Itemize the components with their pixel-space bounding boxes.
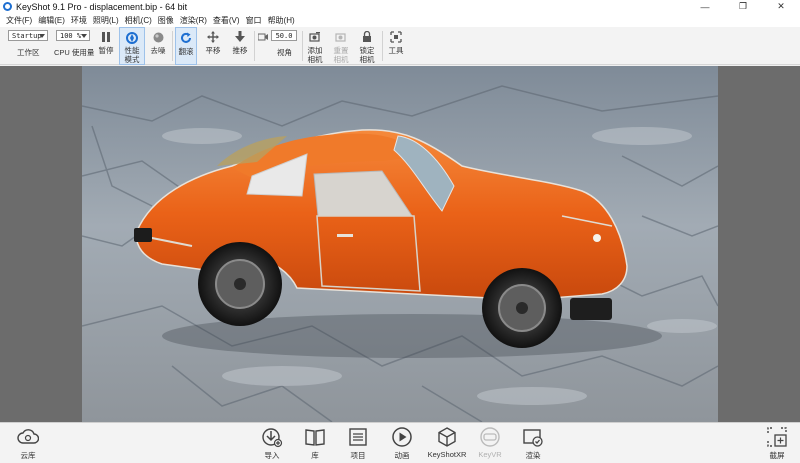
animation-label: 动画 <box>394 451 410 460</box>
cpu-usage-value: 100 % <box>60 31 82 40</box>
keyshot-window: KeyShot 9.1 Pro - displacement.bip - 64 … <box>0 0 800 463</box>
denoise-label: 去噪 <box>150 46 166 55</box>
add-camera-label: 添加 相机 <box>307 46 323 64</box>
dolly-label: 推移 <box>232 46 248 55</box>
screenshot-button[interactable]: 截屏 <box>761 426 793 462</box>
render-icon <box>522 426 544 448</box>
tools-icon <box>389 30 403 44</box>
ribbon-toolbar: Startup 工作区 100 % CPU 使用量 暂停 性能 模式 去噪 翻滚… <box>0 27 800 65</box>
library-button[interactable]: 库 <box>299 426 331 462</box>
tools-label: 工具 <box>388 46 404 55</box>
render-button[interactable]: 渲染 <box>517 426 549 462</box>
performance-mode-button[interactable]: 性能 模式 <box>119 27 145 65</box>
bottom-toolbar: 云库 导入 库 项目 动画 KeyShotXR KeyVR 渲染 截屏 <box>0 422 800 463</box>
tumble-label: 翻滚 <box>178 47 194 56</box>
animation-button[interactable]: 动画 <box>386 426 418 462</box>
field-of-view-label: 视角 <box>277 48 292 57</box>
rotate-icon <box>179 31 193 45</box>
screenshot-icon <box>766 426 788 448</box>
minimize-button[interactable]: — <box>686 0 724 13</box>
keyshot-logo-icon <box>3 2 12 11</box>
real-time-render-view[interactable] <box>82 66 718 422</box>
project-button[interactable]: 项目 <box>342 426 374 462</box>
denoise-icon <box>151 30 165 44</box>
menu-edit[interactable]: 编辑(E) <box>35 15 68 26</box>
reset-camera-label: 重置 相机 <box>333 46 349 64</box>
chevron-down-icon <box>39 34 45 38</box>
lock-camera-label: 锁定 相机 <box>359 46 375 64</box>
title-bar: KeyShot 9.1 Pro - displacement.bip - 64 … <box>0 0 800 13</box>
list-icon <box>347 426 369 448</box>
menu-file[interactable]: 文件(F) <box>3 15 35 26</box>
reset-camera-icon <box>334 30 348 44</box>
denoise-button[interactable]: 去噪 <box>148 27 168 65</box>
workspace-select[interactable]: Startup <box>8 30 48 41</box>
pause-button[interactable]: 暂停 <box>96 27 116 65</box>
import-button[interactable]: 导入 <box>256 426 288 462</box>
camera-fov-icon <box>257 32 268 41</box>
render-viewport[interactable] <box>0 66 800 422</box>
ribbon-separator <box>254 31 255 61</box>
window-title: KeyShot 9.1 Pro - displacement.bip - 64 … <box>16 1 188 12</box>
library-label: 库 <box>311 451 319 460</box>
import-label: 导入 <box>264 451 280 460</box>
play-icon <box>391 426 413 448</box>
cpu-usage-select[interactable]: 100 % <box>56 30 90 41</box>
chevron-down-icon <box>81 34 87 38</box>
menu-view[interactable]: 查看(V) <box>210 15 243 26</box>
restore-button[interactable]: ❐ <box>724 0 762 13</box>
ribbon-separator <box>302 31 303 61</box>
performance-mode-icon <box>125 31 139 44</box>
pan-arrows-icon <box>206 30 220 44</box>
cpu-usage-label: CPU 使用量 <box>54 48 95 57</box>
menu-render[interactable]: 渲染(R) <box>177 15 210 26</box>
menu-camera[interactable]: 相机(C) <box>122 15 155 26</box>
lock-camera-icon <box>360 30 374 44</box>
workspace-select-value: Startup <box>12 31 42 40</box>
lock-camera-button[interactable]: 锁定 相机 <box>356 27 378 65</box>
cube-icon <box>436 426 458 448</box>
dolly-button[interactable]: 推移 <box>229 27 251 65</box>
ribbon-separator <box>382 31 383 61</box>
cloud-library-button[interactable]: 云库 <box>12 426 44 462</box>
reset-camera-button[interactable]: 重置 相机 <box>330 27 352 65</box>
pan-label: 平移 <box>205 46 221 55</box>
menu-window[interactable]: 窗口 <box>243 15 265 26</box>
tumble-button[interactable]: 翻滚 <box>175 27 197 65</box>
pan-button[interactable]: 平移 <box>202 27 224 65</box>
keyshotxr-button[interactable]: KeyShotXR <box>427 426 467 462</box>
pause-icon <box>99 30 113 44</box>
keyvr-button[interactable]: KeyVR <box>474 426 506 462</box>
menu-help[interactable]: 帮助(H) <box>265 15 298 26</box>
import-icon <box>261 426 283 448</box>
menu-bar: 文件(F) 编辑(E) 环境 照明(L) 相机(C) 图像 渲染(R) 查看(V… <box>0 13 800 27</box>
add-camera-button[interactable]: 添加 相机 <box>304 27 326 65</box>
render-image <box>82 66 718 422</box>
book-icon <box>304 426 326 448</box>
keyvr-label: KeyVR <box>478 450 502 459</box>
dolly-arrow-icon <box>233 30 247 44</box>
vr-headset-icon <box>479 426 501 448</box>
ribbon-separator <box>172 31 173 61</box>
field-of-view-input[interactable]: 50.0 <box>271 30 297 41</box>
menu-environment[interactable]: 环境 <box>68 15 90 26</box>
cloud-icon <box>17 426 39 448</box>
tools-button[interactable]: 工具 <box>385 27 407 65</box>
close-button[interactable]: ✕ <box>762 0 800 13</box>
render-label: 渲染 <box>525 451 541 460</box>
add-camera-icon <box>308 30 322 44</box>
keyshotxr-label: KeyShotXR <box>427 450 467 459</box>
performance-mode-label: 性能 模式 <box>124 46 140 64</box>
menu-lighting[interactable]: 照明(L) <box>90 15 122 26</box>
cloud-library-label: 云库 <box>20 451 36 460</box>
project-label: 项目 <box>350 451 366 460</box>
menu-image[interactable]: 图像 <box>155 15 177 26</box>
workspace-label: 工作区 <box>17 48 40 57</box>
screenshot-label: 截屏 <box>769 451 785 460</box>
pause-label: 暂停 <box>98 46 114 55</box>
